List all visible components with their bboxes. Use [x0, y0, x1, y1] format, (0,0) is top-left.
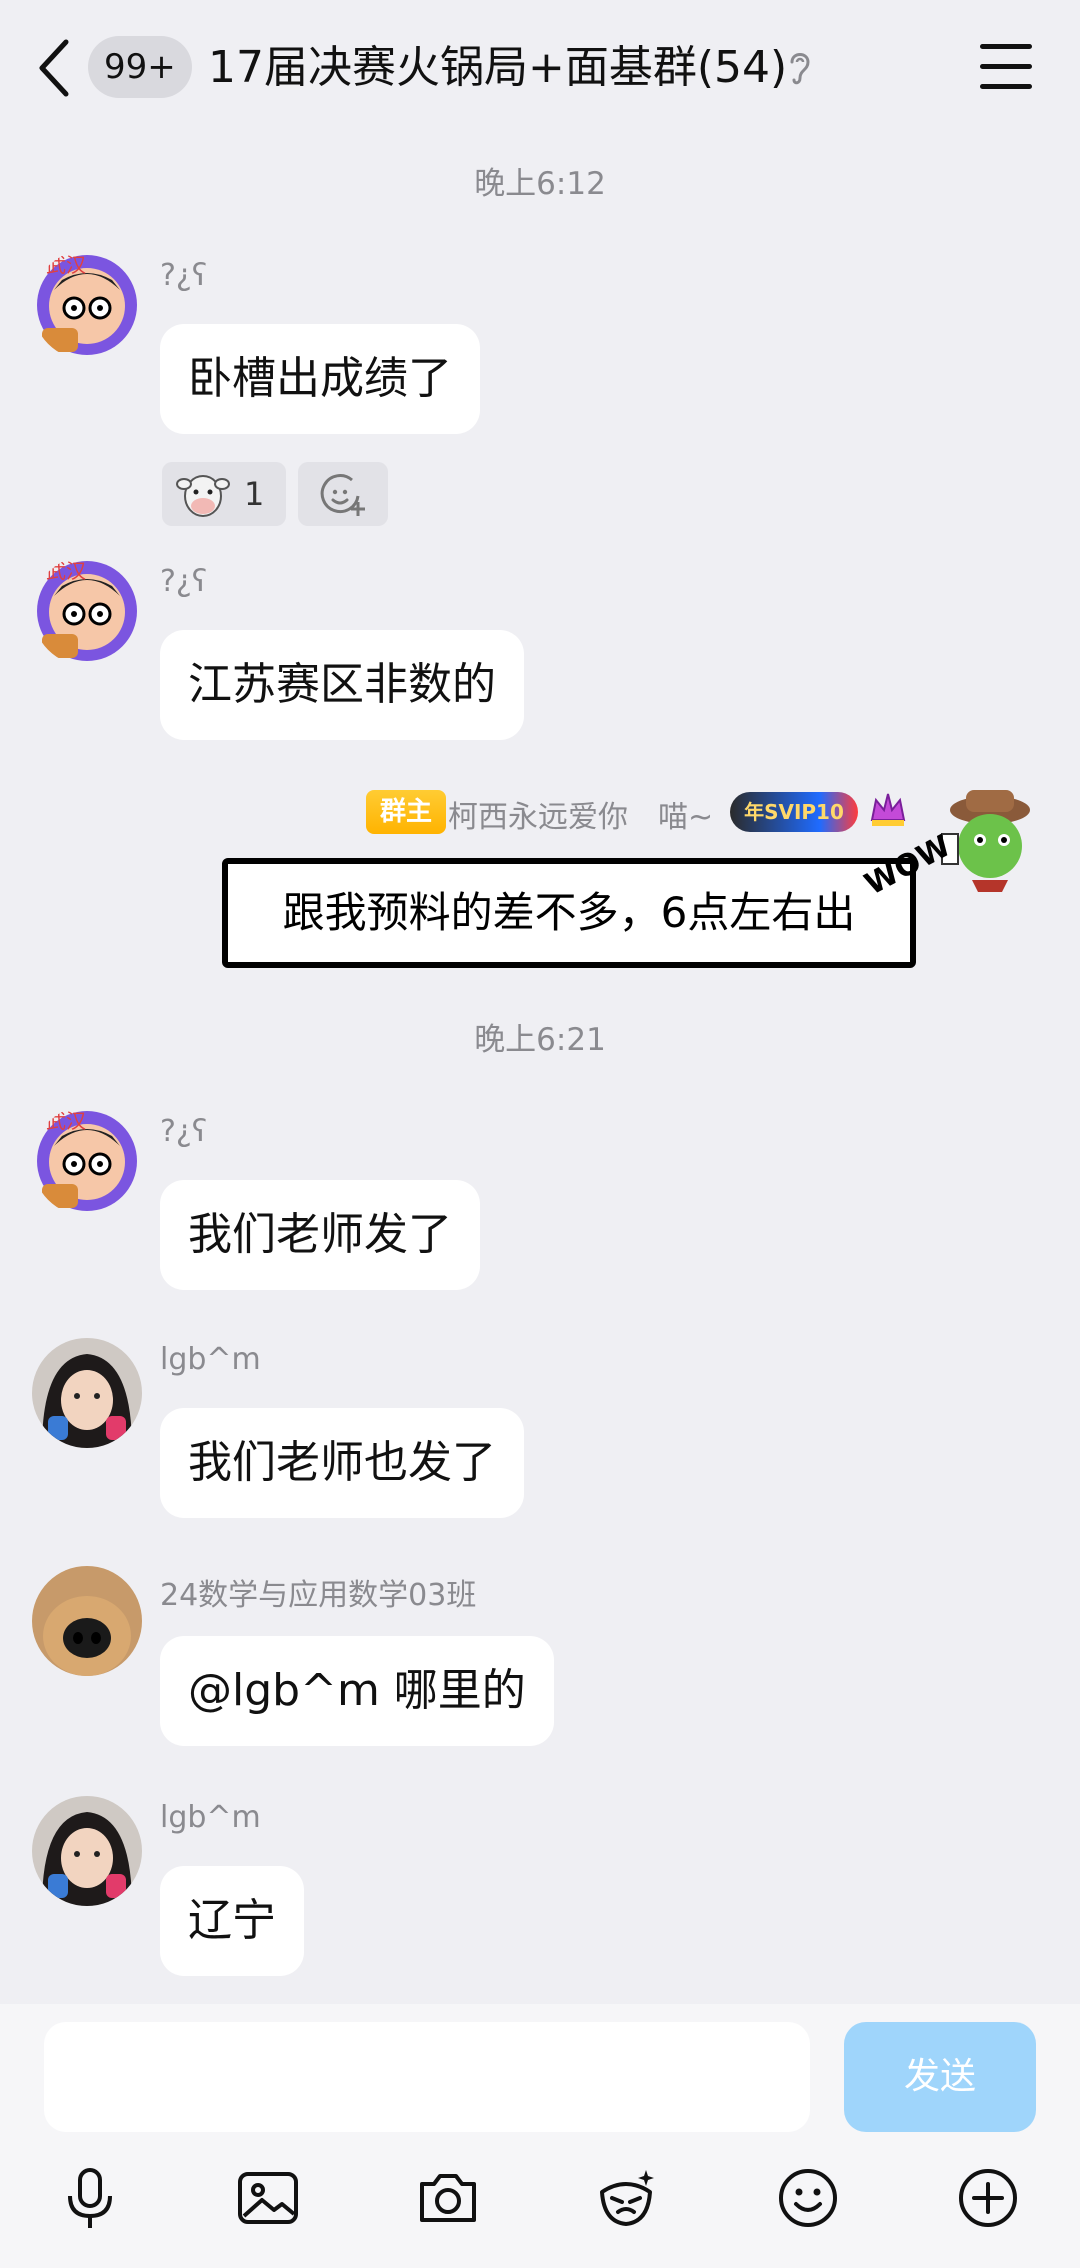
message-bubble[interactable]: 跟我预料的差不多，6点左右出 — [222, 858, 916, 968]
message-bubble[interactable]: 卧槽出成绩了 — [160, 324, 480, 434]
message-bubble[interactable]: 我们老师也发了 — [160, 1408, 524, 1518]
avatar[interactable] — [32, 1566, 142, 1676]
crown-icon — [870, 793, 906, 826]
sender-name[interactable]: lgb^m — [160, 1342, 261, 1377]
back-icon[interactable] — [36, 36, 76, 100]
timestamp: 晚上6:12 — [474, 166, 606, 202]
svg-text:武汉: 武汉 — [46, 253, 86, 277]
ear-icon[interactable] — [786, 48, 814, 88]
unread-badge[interactable]: 99+ — [88, 36, 192, 98]
page-title[interactable]: 17届决赛火锅局+面基群(54) — [208, 36, 787, 100]
owner-badge: 群主 — [366, 790, 447, 834]
message-bubble[interactable]: 我们老师发了 — [160, 1180, 480, 1290]
sender-name[interactable]: ?¿ʕ — [160, 258, 207, 293]
image-icon[interactable] — [236, 2166, 300, 2230]
sender-name[interactable]: ?¿ʕ — [160, 564, 207, 599]
svg-text:武汉: 武汉 — [46, 559, 86, 583]
message-bubble[interactable]: 辽宁 — [160, 1866, 304, 1976]
menu-icon[interactable] — [980, 44, 1032, 90]
message-bubble[interactable]: 江苏赛区非数的 — [160, 630, 524, 740]
avatar[interactable] — [932, 780, 1050, 898]
sticker-icon[interactable] — [594, 2166, 658, 2230]
svip-badge: 年SVIP10 — [730, 792, 858, 832]
message-bubble[interactable]: @lgb^m 哪里的 — [160, 1636, 554, 1746]
add-reaction-button[interactable] — [298, 462, 388, 526]
sender-name[interactable]: 24数学与应用数学03班 — [160, 1570, 476, 1614]
emoji-icon[interactable] — [776, 2166, 840, 2230]
sender-name[interactable]: lgb^m — [160, 1800, 261, 1835]
plus-icon[interactable] — [956, 2166, 1020, 2230]
avatar[interactable]: 武汉 — [32, 1106, 142, 1216]
timestamp: 晚上6:21 — [474, 1022, 606, 1058]
camera-icon[interactable] — [416, 2166, 480, 2230]
add-reaction-icon — [320, 474, 365, 516]
chat-header: 99+ 17届决赛火锅局+面基群(54) — [0, 0, 1080, 136]
reaction-count: 1 — [244, 475, 265, 513]
message-input[interactable] — [44, 2022, 810, 2132]
cow-emoji-icon — [176, 475, 230, 517]
avatar[interactable] — [32, 1796, 142, 1906]
avatar[interactable]: 武汉 — [32, 250, 142, 360]
avatar[interactable] — [32, 1338, 142, 1448]
send-button[interactable]: 发送 — [844, 2022, 1036, 2132]
reaction-chip[interactable]: 1 — [162, 462, 286, 526]
sender-name[interactable]: 柯西永远爱你 喵~ — [448, 792, 713, 836]
microphone-icon[interactable] — [58, 2166, 122, 2230]
svg-text:武汉: 武汉 — [46, 1109, 86, 1133]
avatar[interactable]: 武汉 — [32, 556, 142, 666]
sender-name[interactable]: ?¿ʕ — [160, 1114, 207, 1149]
